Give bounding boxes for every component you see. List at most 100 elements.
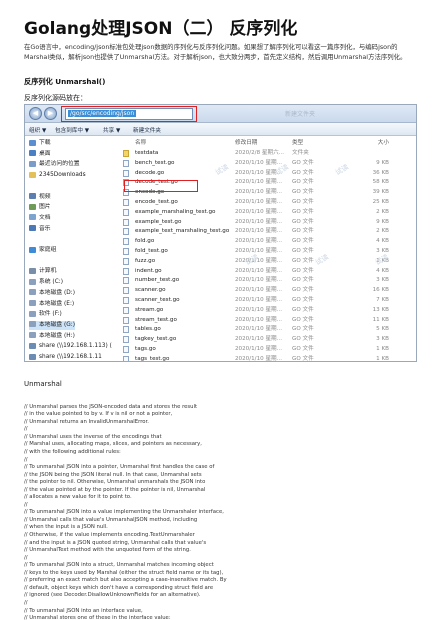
nav-item[interactable]: 本地磁盘 (E:)	[29, 300, 74, 309]
nav-item-icon	[29, 150, 36, 157]
top-watermark: 新建文件夹	[285, 111, 316, 118]
nav-item-icon	[29, 193, 36, 199]
header-size[interactable]: 大小	[378, 138, 389, 146]
nav-item[interactable]: 图片	[29, 203, 51, 212]
go-file-icon	[123, 218, 129, 226]
nav-item-label: 图片	[39, 204, 51, 211]
code-line: // the value pointed at by the pointer. …	[24, 486, 206, 493]
nav-item[interactable]: 计算机	[29, 267, 56, 276]
page-title: Golang处理JSON（二） 反序列化	[24, 19, 298, 39]
file-type: GO 文件	[292, 355, 314, 362]
nav-item-label: 本地磁盘 (H:)	[39, 332, 75, 339]
code-line: // when the input is a JSON null.	[24, 524, 108, 531]
go-file-icon	[123, 257, 129, 265]
code-line: //	[24, 599, 28, 606]
code-line: // To unmarshal JSON into a pointer, Unm…	[24, 464, 215, 471]
code-line: // To unmarshal JSON into a value implem…	[24, 509, 224, 516]
nav-item-label: share (\\192.168.1.113) (	[39, 343, 112, 350]
nav-item-label: 2345Downloads	[39, 172, 86, 179]
nav-item-label: 最近访问的位置	[39, 161, 80, 168]
go-file-icon	[123, 159, 129, 167]
code-line: // ignored (see Decoder.DisallowUnknownF…	[24, 592, 201, 599]
code-line: // allocates a new value for it to point…	[24, 494, 132, 501]
folder-icon	[123, 150, 129, 157]
nav-item-label: 系统 (C:)	[39, 279, 63, 286]
nav-item-icon	[29, 310, 36, 317]
nav-item-label: 计算机	[39, 268, 57, 275]
code-line: // preferring an exact match but also ac…	[24, 577, 227, 584]
nav-item-label: 软件 (F:)	[39, 311, 62, 318]
navigation-pane: 下载桌面最近访问的位置 2345Downloads 视频图片文档音乐家庭组计算机系统…	[25, 137, 115, 361]
nav-item-label: 本地磁盘 (G:)	[39, 321, 75, 328]
go-file-icon	[123, 355, 129, 361]
code-line: //	[24, 426, 28, 433]
code-line: // and the input is a JSON quoted string…	[24, 539, 207, 546]
nav-item[interactable]: 本地磁盘 (D:)	[29, 289, 75, 298]
code-line: // in the value pointed to by v. If v is…	[24, 411, 173, 418]
nav-item-icon	[29, 203, 36, 210]
go-file-icon	[123, 199, 129, 206]
forward-arrow-icon[interactable]: ▶	[44, 107, 57, 120]
nav-item[interactable]: 文档	[29, 214, 51, 223]
nav-item-label: 桌面	[39, 150, 51, 157]
go-file-icon	[123, 169, 129, 177]
nav-item[interactable]: 桌面	[29, 150, 51, 159]
code-comment-lines: // Unmarshal parses the JSON-encoded dat…	[24, 404, 424, 620]
source-code-block: Unmarshal // Unmarshal parses the JSON-e…	[24, 366, 424, 620]
header-type[interactable]: 类型	[292, 138, 303, 146]
toolbar-organize[interactable]: 组织 ▼	[29, 126, 46, 134]
nav-item[interactable]: share (\\192.168.1.11	[29, 353, 102, 361]
nav-item[interactable]: 2345Downloads	[29, 171, 86, 180]
nav-item[interactable]: 下载	[29, 139, 51, 148]
code-line: // keys to the keys used by Marshal (eit…	[24, 569, 224, 576]
nav-item[interactable]: 软件 (F:)	[29, 310, 62, 319]
nav-item-label: 视频	[39, 193, 51, 200]
nav-item-label: 音乐	[39, 225, 51, 232]
nav-item-label: 本地磁盘 (D:)	[39, 289, 75, 296]
toolbar-share[interactable]: 共享 ▼	[103, 126, 120, 134]
go-file-icon	[123, 248, 129, 255]
go-file-icon	[123, 326, 129, 334]
back-arrow-icon[interactable]: ◀	[29, 107, 42, 120]
nav-item[interactable]: 家庭组	[29, 246, 56, 255]
nav-item[interactable]: share (\\192.168.1.113) (	[29, 342, 112, 351]
code-line: // To unmarshal JSON into a struct, Unma…	[24, 562, 214, 569]
code-line: //	[24, 554, 28, 561]
header-name[interactable]: 名称	[135, 138, 146, 146]
nav-item-label: 文档	[39, 214, 51, 221]
address-bar: ◀ ▶ /go/src/encoding/json 新建文件夹	[25, 105, 416, 123]
code-line: // Unmarshal returns an InvalidUnmarshal…	[24, 418, 149, 425]
nav-item[interactable]: 最近访问的位置	[29, 160, 80, 169]
nav-item[interactable]: 本地磁盘 (G:)	[29, 320, 75, 330]
nav-item-icon	[29, 332, 36, 339]
decode-go-highlight-box	[124, 180, 198, 192]
nav-item-icon	[29, 225, 36, 232]
file-row[interactable]: tags_test.go 2020/1/10 星期... GO 文件 1 KB	[117, 354, 416, 362]
nav-item-icon	[29, 139, 36, 146]
nav-item[interactable]: 视频	[29, 193, 51, 202]
nav-item[interactable]: 系统 (C:)	[29, 278, 63, 287]
file-date: 2020/1/10 星期...	[235, 355, 282, 362]
code-line: // Unmarshal parses the JSON-encoded dat…	[24, 403, 198, 410]
nav-item[interactable]: 本地磁盘 (H:)	[29, 332, 75, 341]
nav-item[interactable]: 音乐	[29, 225, 51, 234]
nav-item-icon	[29, 321, 36, 328]
go-file-icon	[123, 316, 129, 324]
go-file-icon	[123, 306, 129, 314]
go-file-icon	[123, 346, 129, 353]
source-location-label: 反序列化源码放在：	[24, 94, 87, 102]
address-highlight-box	[61, 106, 197, 122]
go-file-icon	[123, 238, 129, 246]
go-file-icon	[123, 208, 129, 216]
nav-item-icon	[29, 342, 36, 349]
nav-item-label: share (\\192.168.1.11	[39, 354, 102, 360]
header-date[interactable]: 修改日期	[235, 138, 257, 146]
nav-item-icon	[29, 300, 36, 306]
code-line: // Otherwise, if the value implements en…	[24, 532, 195, 539]
toolbar-new-folder[interactable]: 新建文件夹	[133, 126, 161, 134]
go-file-icon	[123, 267, 129, 275]
toolbar-include-library[interactable]: 包含到库中 ▼	[55, 126, 89, 134]
file-explorer-screenshot: ◀ ▶ /go/src/encoding/json 新建文件夹 组织 ▼ 包含到…	[24, 104, 417, 362]
nav-item-label: 本地磁盘 (E:)	[39, 300, 75, 307]
code-line: // Marshal uses, allocating maps, slices…	[24, 441, 202, 448]
